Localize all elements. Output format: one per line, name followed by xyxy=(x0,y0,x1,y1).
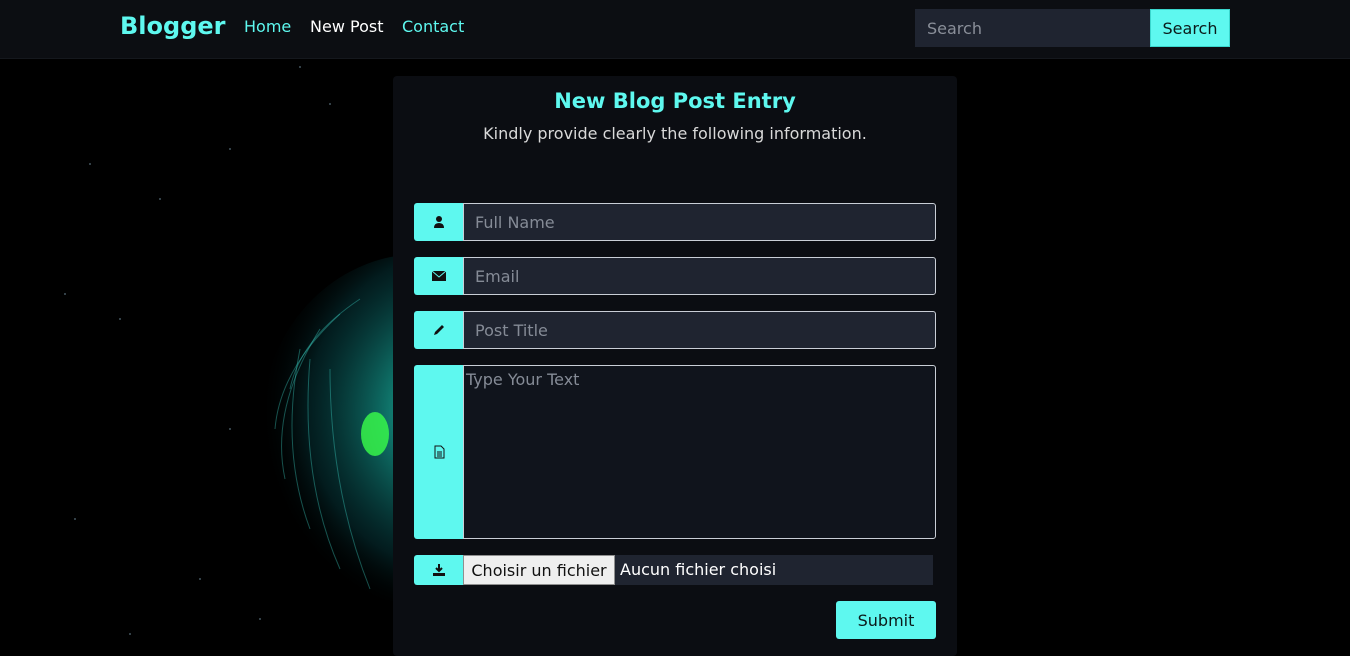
email-row xyxy=(414,257,936,295)
form-title: New Blog Post Entry xyxy=(554,89,796,113)
post-text-row xyxy=(414,365,936,539)
post-title-row xyxy=(414,311,936,349)
nav-contact-link[interactable]: Contact xyxy=(402,17,464,36)
search-button[interactable]: Search xyxy=(1150,9,1230,47)
new-post-form-card: New Blog Post Entry Kindly provide clear… xyxy=(393,76,957,656)
top-navbar: Blogger Home New Post Contact Search xyxy=(0,0,1350,59)
post-text-textarea[interactable] xyxy=(463,365,936,539)
envelope-icon xyxy=(414,257,464,295)
nav-new-post-link[interactable]: New Post xyxy=(310,17,383,36)
user-icon xyxy=(414,203,464,241)
submit-button[interactable]: Submit xyxy=(836,601,936,639)
email-input[interactable] xyxy=(463,257,936,295)
brand-logo[interactable]: Blogger xyxy=(120,12,225,40)
full-name-input[interactable] xyxy=(463,203,936,241)
post-title-input[interactable] xyxy=(463,311,936,349)
search-input[interactable] xyxy=(915,9,1151,47)
download-icon xyxy=(414,555,464,585)
file-upload-row: Choisir un fichier Aucun fichier choisi xyxy=(414,555,936,585)
choose-file-button[interactable]: Choisir un fichier xyxy=(463,555,615,585)
document-icon xyxy=(414,365,464,539)
pencil-icon xyxy=(414,311,464,349)
file-status-text: Aucun fichier choisi xyxy=(620,560,777,579)
form-subtitle: Kindly provide clearly the following inf… xyxy=(483,124,867,143)
nav-home-link[interactable]: Home xyxy=(244,17,291,36)
full-name-row xyxy=(414,203,936,241)
file-input: Choisir un fichier Aucun fichier choisi xyxy=(463,555,933,585)
